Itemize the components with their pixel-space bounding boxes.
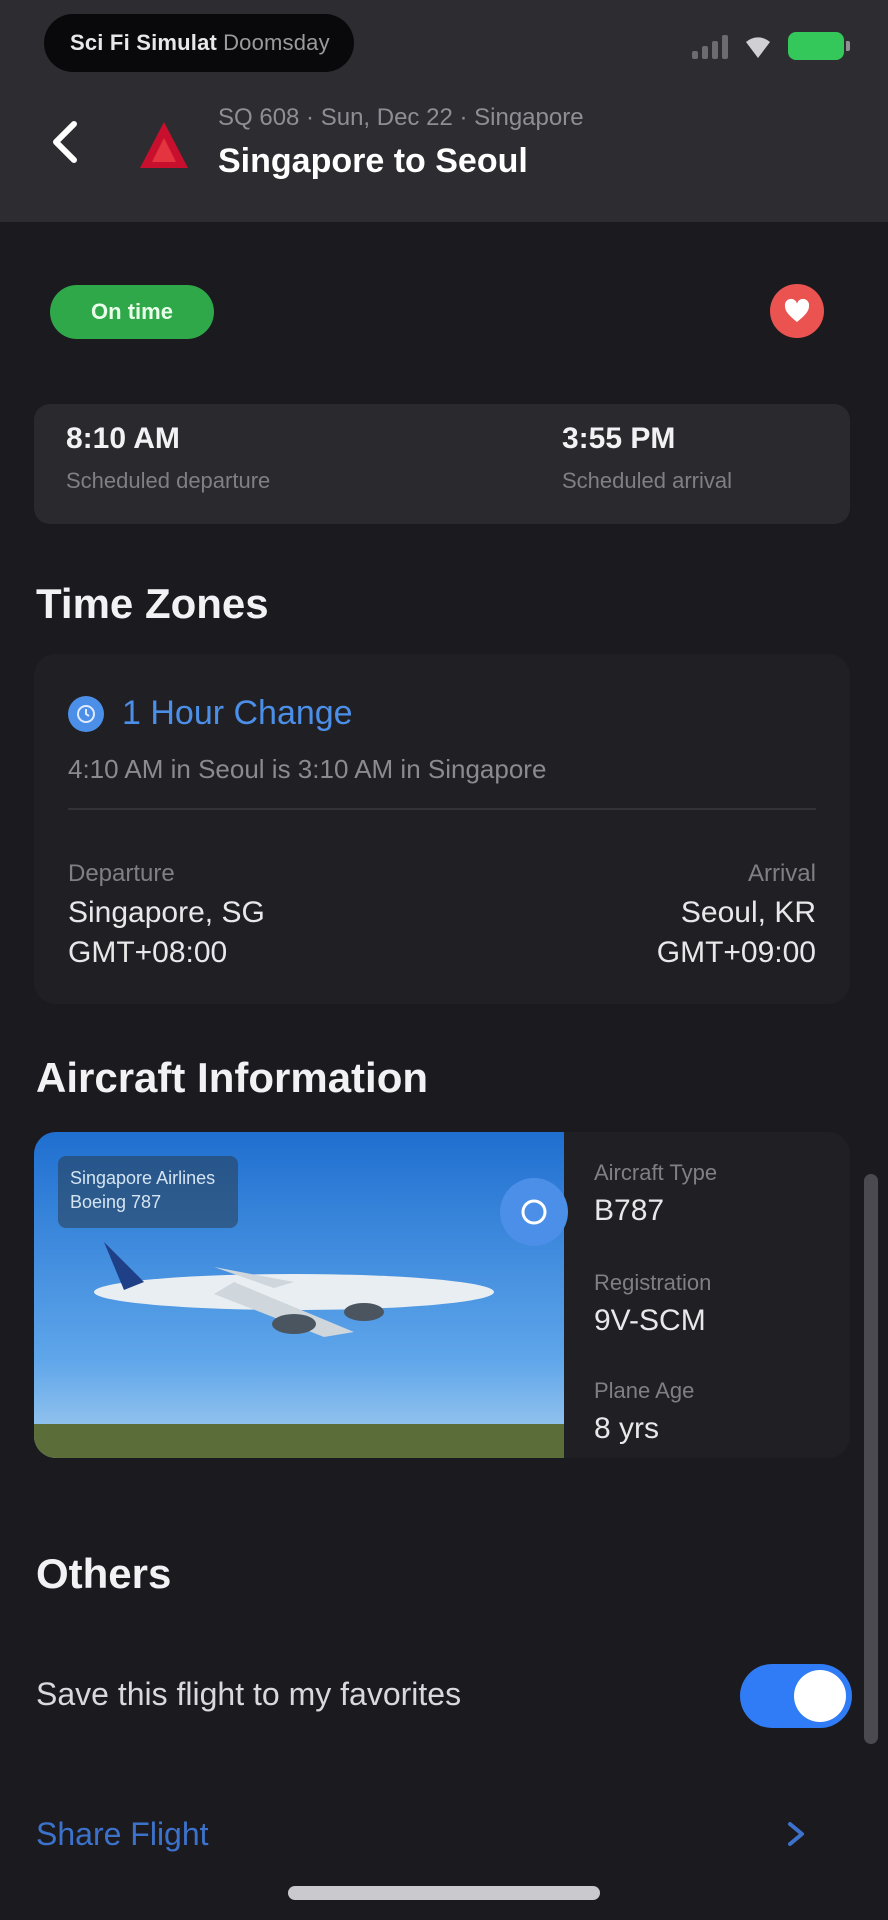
- aircraft-type-label: Aircraft Type: [594, 1160, 718, 1185]
- aircraft-type-value: B787: [594, 1194, 665, 1227]
- photo-tag-line1: Singapore Airlines: [70, 1168, 216, 1188]
- scrollbar[interactable]: [864, 1174, 878, 1744]
- battery-icon: [788, 32, 850, 60]
- divider: [68, 808, 816, 810]
- favorites-toggle-row: Save this flight to my favorites: [36, 1654, 852, 1734]
- notification-sub: Doomsday: [223, 30, 330, 55]
- others-title: Others: [36, 1550, 172, 1597]
- airline-logo-icon: [140, 122, 188, 168]
- photo-tag-line2: Boeing 787: [70, 1192, 162, 1212]
- heart-icon: [784, 298, 810, 322]
- schedule-card: 8:10 AM Scheduled departure 3:55 PM Sche…: [34, 404, 850, 524]
- clock-icon: [68, 695, 104, 732]
- aircraft-age-value: 8 yrs: [594, 1412, 660, 1445]
- aircraft-title: Aircraft Information: [36, 1054, 429, 1101]
- time-change-text: 1 Hour Change: [122, 694, 353, 732]
- aircraft-age-label: Plane Age: [594, 1378, 695, 1403]
- favorites-toggle[interactable]: [740, 1664, 852, 1728]
- departure-time-block: 8:10 AM Scheduled departure: [66, 422, 270, 494]
- departure-time-label: Scheduled departure: [66, 468, 271, 493]
- wifi-icon: [746, 37, 770, 58]
- time-change-row: 1 Hour Change: [68, 694, 353, 733]
- departure-zone-city: Singapore, SG: [68, 896, 265, 929]
- departure-zone: Departure Singapore, SG GMT+08:00: [68, 860, 265, 970]
- aircraft-registration-label: Registration: [594, 1270, 712, 1295]
- time-zones-card: 1 Hour Change 4:10 AM in Seoul is 3:10 A…: [34, 654, 850, 1004]
- toggle-knob: [794, 1670, 846, 1722]
- favorite-button[interactable]: [770, 284, 824, 338]
- arrival-time: 3:55 PM: [562, 422, 676, 455]
- status-badge: On time: [50, 285, 214, 339]
- aircraft-type: Aircraft Type B787: [594, 1160, 717, 1228]
- departure-zone-label: Departure: [68, 860, 175, 887]
- arrival-time-label: Scheduled arrival: [562, 468, 732, 493]
- flight-subtitle: SQ 608 · Sun, Dec 22 · Singapore: [218, 104, 584, 131]
- arrival-time-block: 3:55 PM Scheduled arrival: [562, 422, 732, 494]
- aircraft-card: Singapore Airlines Boeing 787: [34, 1132, 850, 1458]
- arrival-zone-city: Seoul, KR: [680, 896, 816, 929]
- departure-time: 8:10 AM: [66, 422, 180, 455]
- status-icons: [692, 26, 850, 66]
- departure-zone-offset: GMT+08:00: [68, 936, 228, 969]
- share-flight-row[interactable]: Share Flight: [36, 1806, 816, 1866]
- time-zones-title: Time Zones: [36, 580, 269, 627]
- page-title: Singapore to Seoul: [218, 142, 528, 180]
- home-indicator[interactable]: [288, 1886, 600, 1900]
- chevron-left-icon: [53, 121, 77, 163]
- signal-icon: [692, 33, 728, 59]
- back-button[interactable]: [40, 112, 90, 172]
- aircraft-registration-value: 9V-SCM: [594, 1304, 706, 1337]
- share-flight-label: Share Flight: [36, 1816, 209, 1852]
- app-header: Sci Fi Simulat Doomsday SQ 608 · Sun, De…: [0, 0, 888, 222]
- live-activity-pill[interactable]: Sci Fi Simulat Doomsday: [44, 14, 354, 72]
- aircraft-age: Plane Age 8 yrs: [594, 1378, 694, 1446]
- arrival-zone: Arrival Seoul, KR GMT+09:00: [657, 860, 816, 970]
- notification-text: Sci Fi Simulat: [70, 30, 218, 55]
- aircraft-registration: Registration 9V-SCM: [594, 1270, 711, 1338]
- chevron-right-icon: [788, 1822, 804, 1846]
- arrival-zone-label: Arrival: [747, 860, 816, 887]
- photo-tag: Singapore Airlines Boeing 787: [58, 1156, 238, 1228]
- expand-photo-button[interactable]: [500, 1178, 568, 1246]
- arrival-zone-offset: GMT+09:00: [656, 936, 816, 969]
- expand-icon: [521, 1199, 547, 1225]
- time-change-description: 4:10 AM in Seoul is 3:10 AM in Singapore: [68, 754, 547, 784]
- favorites-toggle-label: Save this flight to my favorites: [36, 1676, 462, 1712]
